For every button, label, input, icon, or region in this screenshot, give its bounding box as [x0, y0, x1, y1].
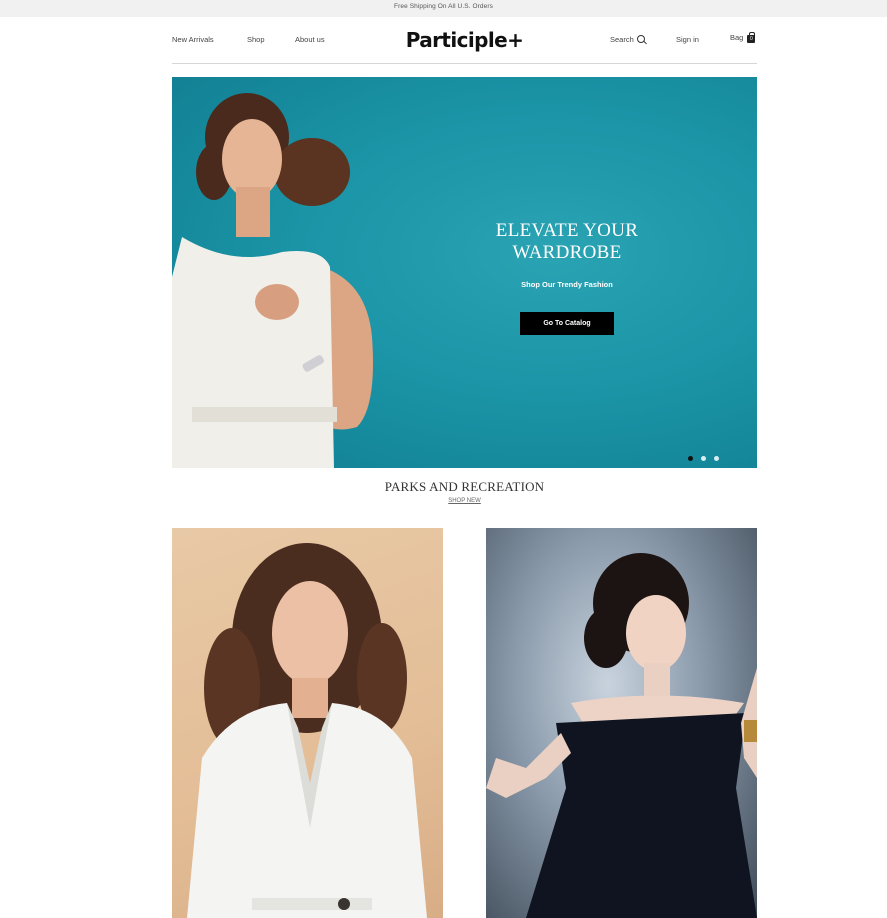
- search-label: Search: [610, 35, 634, 44]
- white-blazer-model-image: [187, 543, 427, 918]
- hero-title: ELEVATE YOUR WARDROBE: [472, 220, 662, 264]
- bag-count: 0: [749, 36, 753, 42]
- bag-label: Bag: [730, 33, 744, 42]
- hero-banner: ELEVATE YOUR WARDROBE Shop Our Trendy Fa…: [172, 77, 757, 468]
- bag-icon: 0: [747, 32, 756, 43]
- carousel-dot-2[interactable]: [701, 456, 706, 461]
- sign-in-link[interactable]: Sign in: [676, 35, 699, 44]
- black-dress-model-image: [486, 553, 757, 918]
- product-card-white-blazer[interactable]: [172, 528, 443, 918]
- search-icon: [636, 35, 645, 43]
- section-title: PARKS AND RECREATION: [384, 479, 545, 494]
- hero-title-line2: WARDROBE: [512, 242, 622, 263]
- hero-subtitle: Shop Our Trendy Fashion: [521, 280, 613, 289]
- carousel-dot-3[interactable]: [714, 456, 719, 461]
- shop-new-link[interactable]: SHOP NEW: [172, 498, 757, 504]
- hero-title-line1: ELEVATE YOUR: [495, 220, 639, 241]
- go-to-catalog-button[interactable]: Go To Catalog: [520, 312, 614, 335]
- brand-logo[interactable]: Participle+: [172, 28, 757, 52]
- hero-model-image: [172, 93, 373, 468]
- product-card-black-dress[interactable]: [486, 528, 757, 918]
- carousel-dots: [688, 448, 727, 466]
- carousel-dot-1[interactable]: [688, 456, 693, 461]
- announcement-bar: Free Shipping On All U.S. Orders: [0, 0, 887, 17]
- bag-button[interactable]: Bag 0: [730, 32, 756, 43]
- search-button[interactable]: Search: [610, 35, 645, 44]
- announcement-text: Free Shipping On All U.S. Orders: [394, 3, 493, 10]
- main-navigation: New Arrivals Shop About us Participle+ S…: [172, 17, 757, 64]
